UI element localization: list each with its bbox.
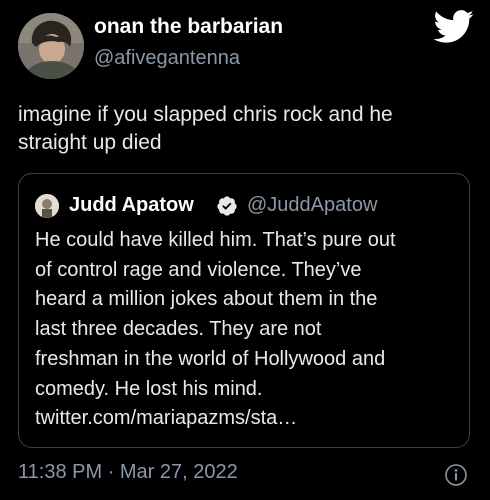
- author-avatar[interactable]: [18, 13, 84, 79]
- quoted-tweet-text: He could have killed him. That’s pure ou…: [35, 229, 396, 430]
- quoted-author-display-name[interactable]: Judd Apatow: [69, 194, 194, 217]
- author-display-name[interactable]: onan the barbarian: [94, 15, 283, 39]
- quoted-author-handle[interactable]: @JuddApatow: [247, 194, 377, 217]
- quoted-author-avatar[interactable]: [35, 194, 59, 218]
- tweet-timestamp[interactable]: 11:38 PM · Mar 27, 2022: [18, 461, 238, 484]
- tweet-text: imagine if you slapped chris rock and he…: [18, 103, 393, 154]
- author-handle[interactable]: @afivegantenna: [94, 47, 240, 70]
- quoted-tweet-card[interactable]: Judd Apatow @JuddApatow He could have ki…: [18, 173, 470, 448]
- author-avatar-image: [18, 13, 84, 79]
- verified-badge-icon: [217, 196, 237, 216]
- info-icon[interactable]: [444, 463, 468, 487]
- twitter-bird-icon: [433, 10, 474, 43]
- quoted-author-avatar-image: [35, 194, 59, 218]
